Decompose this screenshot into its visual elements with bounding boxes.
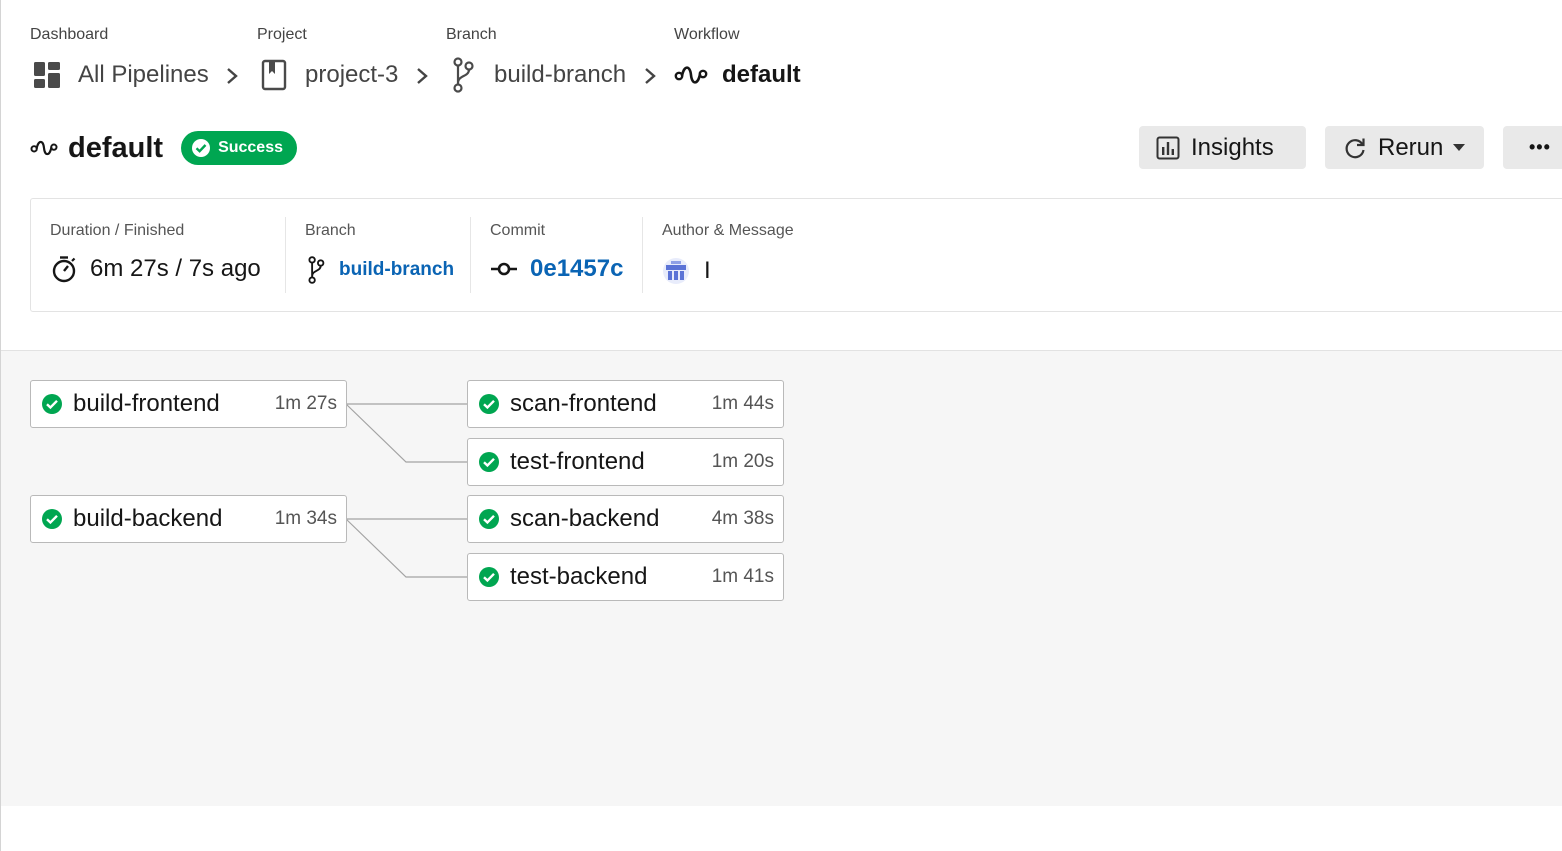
branch-icon	[446, 57, 480, 93]
success-check-icon	[479, 567, 499, 587]
duration-section: Duration / Finished 6m 27s / 7s ago	[50, 199, 280, 311]
chevron-right-icon	[222, 62, 242, 90]
job-duration: 1m 20s	[711, 451, 774, 472]
breadcrumb-link-project[interactable]: project-3	[257, 57, 398, 93]
page-title: default	[68, 131, 164, 164]
breadcrumb-caption: Branch	[446, 26, 497, 43]
job-scan-backend[interactable]: scan-backend 4m 38s	[467, 495, 784, 543]
job-name: scan-frontend	[510, 390, 657, 417]
divider	[642, 217, 643, 293]
branch-link[interactable]: build-branch	[339, 259, 454, 281]
status-label: Success	[218, 139, 283, 156]
insights-button[interactable]: Insights	[1139, 126, 1306, 169]
status-badge: Success	[181, 131, 297, 165]
breadcrumb-caption: Dashboard	[30, 26, 109, 43]
job-build-backend[interactable]: build-backend 1m 34s	[30, 495, 347, 543]
job-scan-frontend[interactable]: scan-frontend 1m 44s	[467, 380, 784, 428]
breadcrumb-dashboard: Dashboard All Pipelines	[30, 24, 209, 93]
pipeline-graph: build-frontend 1m 27s scan-frontend 1m 4…	[1, 350, 1562, 806]
success-check-icon	[479, 452, 499, 472]
commit-label: Commit	[490, 222, 546, 239]
project-icon	[257, 58, 291, 92]
branch-label: Branch	[305, 222, 356, 239]
breadcrumb-caption: Workflow	[674, 26, 740, 43]
duration-value: 6m 27s / 7s ago	[90, 255, 261, 282]
duration-label: Duration / Finished	[50, 222, 185, 239]
success-check-icon	[42, 509, 62, 529]
rerun-button[interactable]: Rerun	[1325, 126, 1484, 169]
check-circle-icon	[192, 139, 211, 157]
insights-icon	[1155, 135, 1181, 161]
branch-icon	[305, 256, 327, 284]
breadcrumb-label: default	[722, 61, 801, 88]
job-test-backend[interactable]: test-backend 1m 41s	[467, 553, 784, 601]
job-build-frontend[interactable]: build-frontend 1m 27s	[30, 380, 347, 428]
workflow-summary-card: Duration / Finished 6m 27s / 7s ago Bran…	[30, 198, 1562, 312]
breadcrumb-link-branch[interactable]: build-branch	[446, 57, 626, 93]
author-avatar[interactable]	[662, 257, 690, 285]
chevron-right-icon	[412, 62, 432, 90]
breadcrumb-link-all-pipelines[interactable]: All Pipelines	[30, 57, 209, 93]
breadcrumb-workflow: Workflow default	[674, 24, 801, 93]
commit-icon	[490, 259, 518, 279]
divider	[285, 217, 286, 293]
commit-message: I	[704, 257, 711, 284]
workflow-header: default Success	[30, 128, 297, 168]
job-duration: 1m 44s	[711, 393, 774, 414]
job-name: scan-backend	[510, 505, 660, 532]
more-icon: •••	[1529, 137, 1551, 157]
workflow-icon	[674, 58, 708, 92]
job-duration: 1m 27s	[274, 393, 337, 414]
branch-section: Branch build-branch	[305, 199, 475, 311]
job-duration: 1m 41s	[711, 566, 774, 587]
author-label: Author & Message	[662, 222, 794, 239]
job-name: test-frontend	[510, 448, 645, 475]
divider	[470, 217, 471, 293]
rerun-label: Rerun	[1378, 133, 1444, 161]
refresh-icon	[1342, 135, 1368, 161]
commit-section: Commit 0e1457c	[490, 199, 640, 311]
job-name: build-frontend	[73, 390, 220, 417]
dashboard-icon	[30, 58, 64, 92]
job-test-frontend[interactable]: test-frontend 1m 20s	[467, 438, 784, 486]
success-check-icon	[479, 509, 499, 529]
breadcrumb-label: project-3	[305, 61, 399, 88]
timer-icon	[50, 255, 78, 283]
breadcrumb-project: Project project-3	[257, 24, 398, 93]
insights-label: Insights	[1191, 133, 1274, 161]
breadcrumb-branch: Branch build-branch	[446, 24, 626, 93]
workflow-icon	[30, 133, 60, 163]
chevron-right-icon	[640, 62, 660, 90]
breadcrumb-current-workflow: default	[674, 57, 801, 93]
commit-link[interactable]: 0e1457c	[530, 255, 623, 283]
breadcrumb-label: build-branch	[494, 61, 627, 88]
job-name: test-backend	[510, 563, 648, 590]
success-check-icon	[479, 394, 499, 414]
job-name: build-backend	[73, 505, 223, 532]
more-options-button[interactable]: •••	[1503, 126, 1562, 169]
caret-down-icon	[1453, 143, 1466, 152]
author-section: Author & Message I	[662, 199, 962, 311]
breadcrumb-label: All Pipelines	[78, 61, 209, 88]
job-duration: 1m 34s	[274, 508, 337, 529]
success-check-icon	[42, 394, 62, 414]
breadcrumb-caption: Project	[257, 26, 307, 43]
job-duration: 4m 38s	[711, 508, 774, 529]
